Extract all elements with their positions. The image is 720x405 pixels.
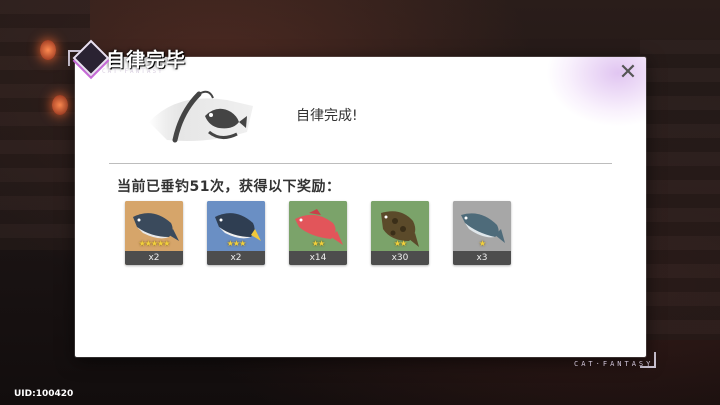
reward-list: ★★★★★ x2 ★★★ x2 ★★ x14 ★★ x30 ★ x3 xyxy=(125,201,511,265)
reward-quantity: x30 xyxy=(371,251,429,265)
rewards-summary-text: 当前已垂钓51次，获得以下奖励： xyxy=(117,179,341,195)
reward-item-silver-fish[interactable]: ★ x3 xyxy=(453,201,511,265)
rarity-stars: ★ xyxy=(478,239,486,248)
close-button[interactable]: ✕ xyxy=(618,62,638,84)
reward-quantity: x14 xyxy=(289,251,347,265)
reward-item-tuna[interactable]: ★★★★★ x2 xyxy=(125,201,183,265)
rarity-stars: ★★★ xyxy=(226,239,247,248)
dialog-title-subtext: CAT·FANTASY xyxy=(102,68,164,75)
user-id-label: UID:100420 xyxy=(14,389,74,399)
divider xyxy=(109,163,612,164)
reward-item-tuna-blue[interactable]: ★★★ x2 xyxy=(207,201,265,265)
result-dialog: ✕ 自律完成! 当前已垂钓51次，获得以下奖励： ★★★★★ x2 ★★★ x2… xyxy=(75,57,646,357)
fishing-emblem-icon xyxy=(149,90,253,143)
reward-item-red-fish[interactable]: ★★ x14 xyxy=(289,201,347,265)
lantern-icon xyxy=(40,40,56,60)
rarity-stars: ★★ xyxy=(311,239,325,248)
brand-label: CAT·FANTASY xyxy=(574,360,654,368)
reward-quantity: x2 xyxy=(125,251,183,265)
reward-quantity: x3 xyxy=(453,251,511,265)
background-building-right xyxy=(640,40,720,340)
rarity-stars: ★★ xyxy=(393,239,407,248)
completion-status-text: 自律完成! xyxy=(296,108,358,124)
reward-item-grouper[interactable]: ★★ x30 xyxy=(371,201,429,265)
lantern-icon xyxy=(52,95,68,115)
rarity-stars: ★★★★★ xyxy=(138,239,171,248)
reward-quantity: x2 xyxy=(207,251,265,265)
